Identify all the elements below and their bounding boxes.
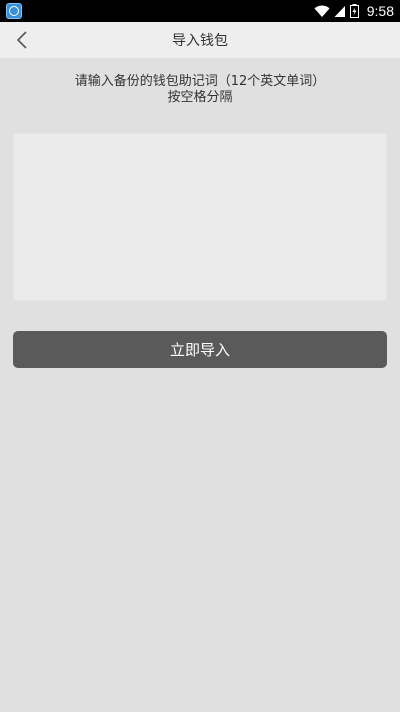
header: 导入钱包 — [0, 22, 400, 58]
page-title: 导入钱包 — [172, 33, 228, 49]
signal-icon — [334, 5, 345, 17]
import-button[interactable]: 立即导入 — [13, 331, 387, 368]
chevron-left-icon — [16, 31, 27, 49]
status-bar: 9:58 — [0, 0, 400, 22]
back-button[interactable] — [10, 28, 34, 52]
mnemonic-input[interactable] — [13, 133, 387, 301]
instruction-text: 请输入备份的钱包助记词（12个英文单词） 按空格分隔 — [0, 74, 400, 106]
instruction-line-2: 按空格分隔 — [167, 90, 233, 105]
instruction-line-1: 请输入备份的钱包助记词（12个英文单词） — [74, 74, 326, 89]
app-icon — [6, 3, 22, 19]
wifi-icon — [314, 5, 330, 17]
battery-icon — [349, 4, 359, 18]
status-time: 9:58 — [366, 3, 394, 19]
status-icons: 9:58 — [314, 3, 394, 19]
